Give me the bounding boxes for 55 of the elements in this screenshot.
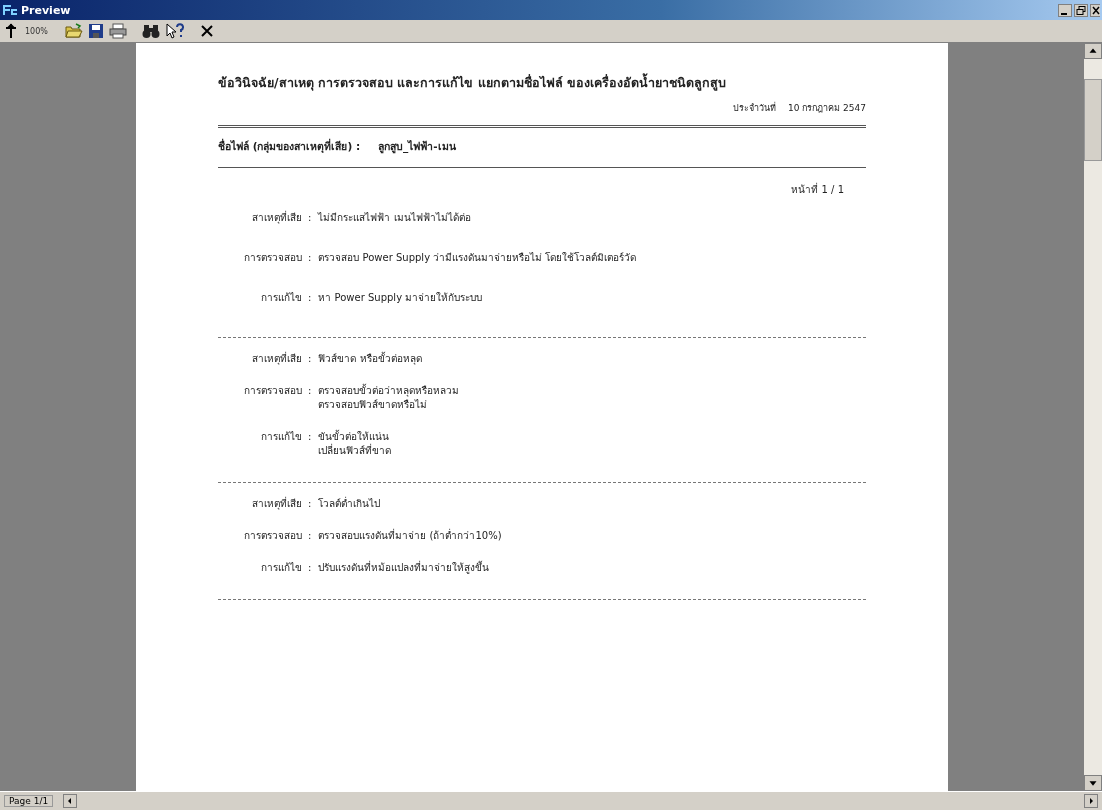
- field-value: ไม่มีกระแสไฟฟ้า เมนไฟฟ้าไม่ได้ต่อ: [318, 211, 471, 225]
- vertical-scrollbar[interactable]: [1084, 43, 1102, 791]
- colon: :: [308, 561, 312, 575]
- report-date: 10 กรกฎาคม 2547: [787, 102, 866, 115]
- status-page: Page 1/1: [4, 795, 54, 807]
- app-icon: [2, 3, 18, 17]
- field-value: โวลต์ต่ำเกินไป: [318, 497, 381, 511]
- field-label: การตรวจสอบ: [243, 529, 302, 543]
- scroll-left-button[interactable]: [63, 794, 78, 808]
- colon: :: [308, 291, 312, 305]
- file-name: ลูกสูบ_ไฟฟ้า-เมน: [378, 139, 456, 155]
- field-value: เปลี่ยนฟิวส์ที่ขาด: [318, 444, 392, 458]
- scroll-right-button[interactable]: [1084, 794, 1098, 808]
- colon: :: [308, 251, 312, 265]
- field-value: ตรวจสอบ Power Supply ว่ามีแรงดันมาจ่ายหรือไม่ โดยใช้โวลต์มิเตอร์วัด: [318, 251, 637, 265]
- field-label: การตรวจสอบ: [243, 384, 302, 398]
- colon: :: [308, 352, 312, 366]
- page-number: หน้าที่ 1 / 1: [790, 182, 844, 197]
- field-value: หา Power Supply มาจ่ายให้กับระบบ: [318, 291, 483, 305]
- close-icon[interactable]: [199, 24, 214, 38]
- field-label: สาเหตุที่เสีย: [251, 497, 302, 511]
- binoculars-icon[interactable]: [141, 23, 160, 39]
- field-label: สาเหตุที่เสีย: [251, 211, 302, 225]
- open-folder-icon[interactable]: [64, 23, 83, 39]
- colon: :: [308, 497, 312, 511]
- window-title: Preview: [21, 3, 71, 17]
- colon: :: [308, 211, 312, 225]
- scroll-thumb[interactable]: [1084, 79, 1102, 161]
- colon: :: [308, 384, 312, 398]
- field-label: การแก้ไข: [260, 291, 302, 305]
- minimize-button[interactable]: [1058, 3, 1072, 17]
- field-label: การตรวจสอบ: [243, 251, 302, 265]
- help-pointer-icon[interactable]: [164, 23, 185, 39]
- maximize-button[interactable]: [1074, 3, 1088, 17]
- zoom-pin-icon[interactable]: [4, 23, 18, 39]
- save-icon[interactable]: [87, 23, 104, 39]
- field-label: สาเหตุที่เสีย: [251, 352, 302, 366]
- close-button[interactable]: [1090, 3, 1100, 17]
- report-title: ข้อวินิจฉัย/สาเหตุ การตรวจสอบ และการแก้ไข แยกตามชื่อไฟล์ ของเครื่องอัดน้ำยาชนิดลูกสูบ: [218, 73, 727, 93]
- colon: :: [308, 430, 312, 444]
- field-value: ตรวจสอบแรงดันที่มาจ่าย (ถ้าต่ำกว่า10%): [318, 529, 502, 543]
- file-label: ชื่อไฟล์ (กลุ่มของสาเหตุที่เสีย) :: [218, 138, 361, 155]
- field-label: การแก้ไข: [260, 430, 302, 444]
- field-value: ฟิวส์ขาด หรือขั้วต่อหลุด: [318, 352, 422, 366]
- field-label: การแก้ไข: [260, 561, 302, 575]
- scroll-up-button[interactable]: [1084, 43, 1102, 59]
- scroll-down-button[interactable]: [1084, 775, 1102, 791]
- field-value: ปรับแรงดันที่หม้อแปลงที่มาจ่ายให้สูงขึ้น: [318, 561, 490, 575]
- field-value: ตรวจสอบฟิวส์ขาดหรือไม่: [318, 398, 429, 412]
- print-icon[interactable]: [108, 23, 127, 39]
- field-value: ตรวจสอบขั้วต่อว่าหลุดหรือหลวม: [318, 384, 460, 398]
- date-label: ประจำวันที่: [732, 101, 776, 115]
- zoom-button[interactable]: 100%: [23, 26, 50, 36]
- field-value: ขันขั้วต่อให้แน่น: [318, 430, 391, 443]
- colon: :: [308, 529, 312, 543]
